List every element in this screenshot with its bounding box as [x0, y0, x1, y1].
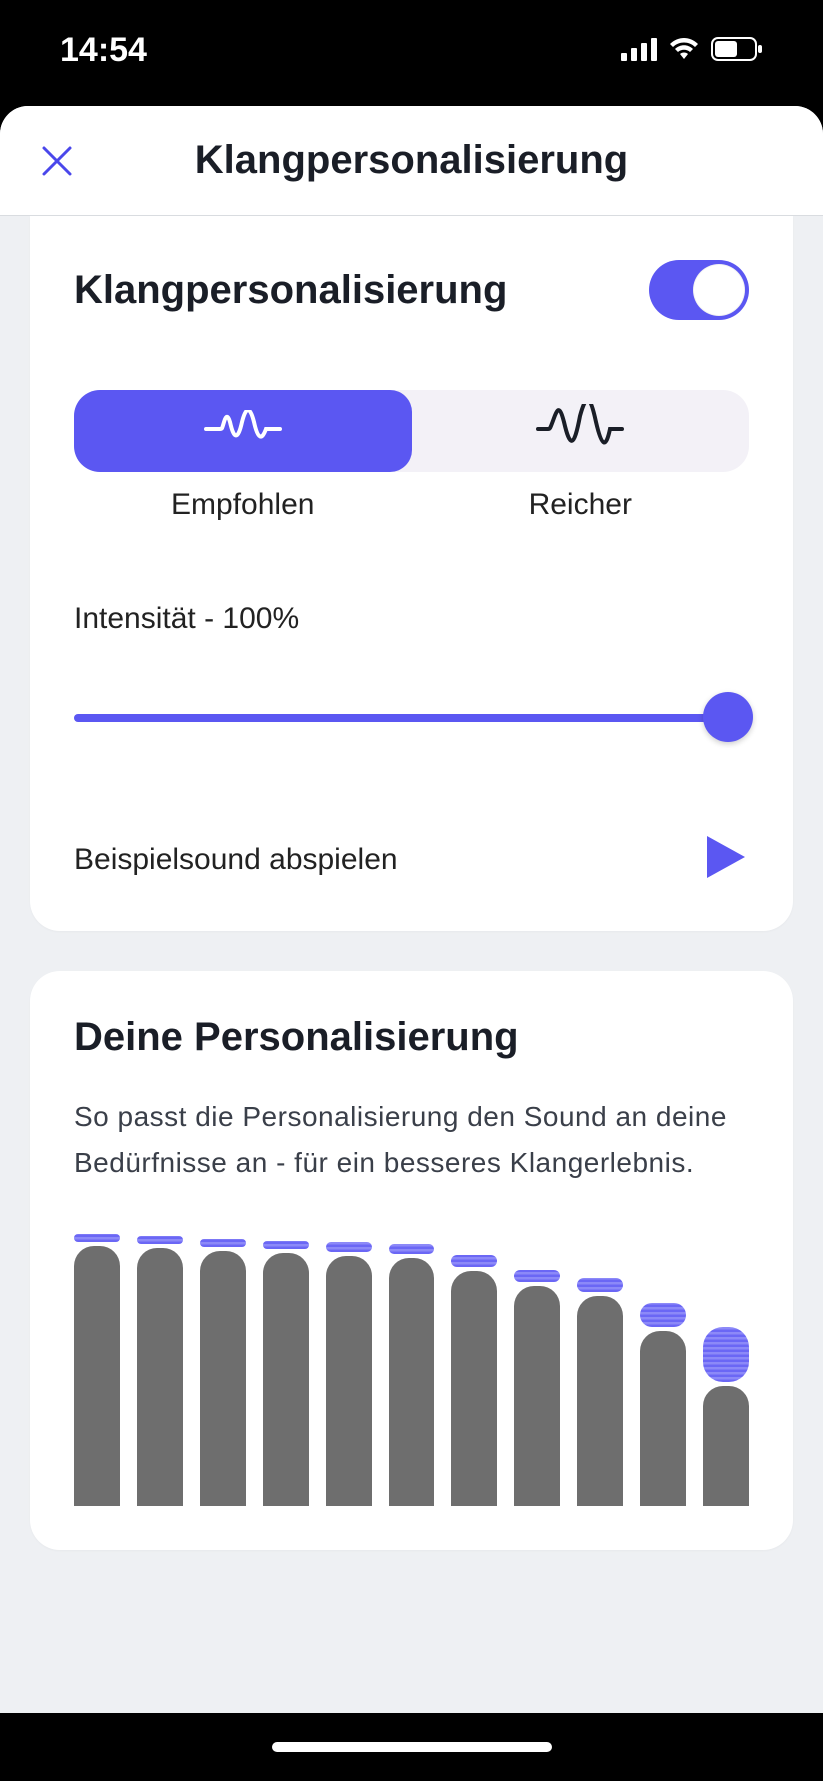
intensity-label: Intensität - 100%: [74, 602, 749, 636]
close-icon[interactable]: [40, 144, 74, 183]
card2-title: Deine Personalisierung: [74, 1015, 749, 1060]
home-indicator: [272, 1742, 552, 1752]
status-bar: 14:54: [0, 0, 823, 100]
slider-thumb[interactable]: [703, 692, 753, 742]
status-icons: [621, 31, 763, 70]
eq-bar: [577, 1226, 623, 1506]
page-title: Klangpersonalisierung: [195, 138, 628, 183]
nav-bar: Klangpersonalisierung: [0, 106, 823, 216]
bottom-bar: [0, 1713, 823, 1781]
card2-description: So passt die Personalisierung den Sound …: [74, 1094, 749, 1186]
eq-bar: [263, 1226, 309, 1506]
status-time: 14:54: [60, 31, 147, 70]
toggle-personalization[interactable]: [649, 260, 749, 320]
eq-bar: [703, 1226, 749, 1506]
cellular-icon: [621, 31, 657, 70]
wifi-icon: [667, 31, 701, 70]
segment-label-recommended: Empfohlen: [74, 488, 412, 522]
eq-bar: [451, 1226, 497, 1506]
eq-bar: [74, 1226, 120, 1506]
eq-bar: [514, 1226, 560, 1506]
eq-bar: [200, 1226, 246, 1506]
segment-label-richer: Reicher: [412, 488, 750, 522]
segmented-mode: [74, 390, 749, 472]
wave-small-icon: [204, 410, 282, 453]
card-sound-personalization: Klangpersonalisierung: [30, 216, 793, 931]
eq-bar: [326, 1226, 372, 1506]
segment-recommended[interactable]: [74, 390, 412, 472]
card-title: Klangpersonalisierung: [74, 268, 507, 313]
battery-icon: [711, 31, 763, 70]
eq-bar: [137, 1226, 183, 1506]
card-your-personalization: Deine Personalisierung So passt die Pers…: [30, 971, 793, 1550]
play-sample-label: Beispielsound abspielen: [74, 843, 398, 877]
eq-bar: [640, 1226, 686, 1506]
wave-large-icon: [536, 404, 624, 459]
eq-chart: [74, 1226, 749, 1506]
play-icon[interactable]: [703, 832, 749, 887]
segment-richer[interactable]: [412, 390, 750, 472]
intensity-slider[interactable]: [74, 692, 749, 742]
eq-bar: [389, 1226, 435, 1506]
